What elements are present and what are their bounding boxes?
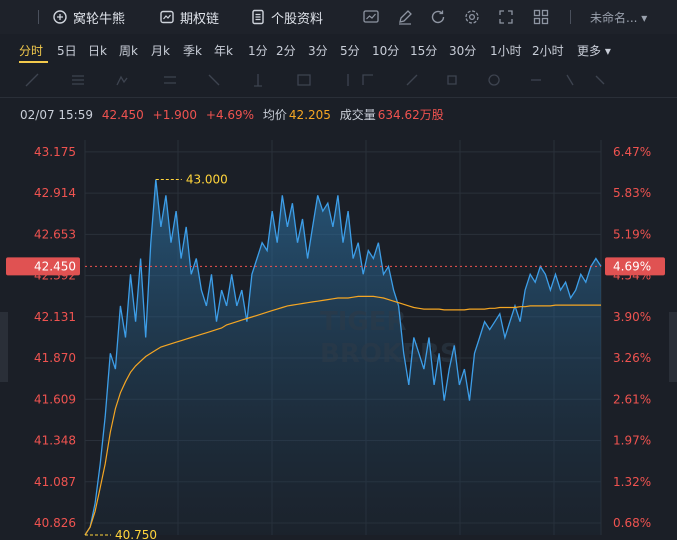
timeframe-tabs: 分时 5日 日k 周k 月k 季k 年k 1分 2分 3分 5分 10分 15分 30分 1小时 2小时 更多 … [0,36,677,64]
tab-16[interactable]: 更多 ▾ [577,42,611,59]
tab-6[interactable]: 年k [214,42,233,59]
warrant-button[interactable]: 窝轮牛熊 [52,8,126,27]
y-tick-left: 40.826 [34,516,76,530]
left-scroll-handle[interactable] [0,312,8,382]
current-price-label: 42.450 [34,259,76,273]
expand-icon[interactable] [497,8,515,26]
y-tick-right: 1.32% [613,475,651,489]
current-pct-label: 4.69% [613,259,651,273]
document-icon [252,9,264,25]
grid-icon[interactable] [532,8,550,26]
drawing-tool-icon[interactable] [162,72,178,88]
draw-icon[interactable] [396,8,414,26]
options-chain-icon [160,10,174,24]
low-marker-label: 40.750 [115,528,157,540]
y-tick-left: 42.653 [34,227,76,241]
drawing-tool-icon[interactable] [360,72,376,88]
company-info-button[interactable]: 个股资料 [250,8,324,27]
active-tab-indicator [19,61,48,63]
y-tick-right: 3.90% [613,310,651,324]
tab-2[interactable]: 日k [88,42,107,59]
y-tick-right: 3.26% [613,351,651,365]
drawing-tool-icon[interactable] [444,72,460,88]
right-scroll-handle[interactable] [669,312,677,382]
y-tick-right: 6.47% [613,145,651,159]
tab-13[interactable]: 30分 [449,42,476,59]
drawing-tool-icon[interactable] [206,72,222,88]
drawing-tool-icon[interactable] [296,72,312,88]
options-chain-label: 期权链 [180,11,220,27]
y-tick-right: 0.68% [613,516,651,530]
drawing-tool-icon[interactable] [70,72,86,88]
y-tick-left: 41.087 [34,475,76,489]
drawing-tool-icon[interactable] [24,72,40,88]
tab-10[interactable]: 5分 [340,42,360,59]
tab-8[interactable]: 2分 [276,42,296,59]
y-tick-right: 5.83% [613,186,651,200]
divider [0,97,677,98]
options-chain-button[interactable]: 期权链 [159,8,220,27]
watermark-logo: TIGER [320,307,407,337]
tab-11[interactable]: 10分 [372,42,399,59]
settings-icon[interactable] [463,8,481,26]
toolbar-separator [38,10,39,24]
y-tick-left: 41.609 [34,392,76,406]
y-tick-right: 1.97% [613,434,651,448]
refresh-icon[interactable] [429,8,447,26]
drawing-tool-icon[interactable] [114,72,130,88]
avg-price-label: 均价 [262,108,287,122]
high-marker-label: 43.000 [186,173,228,187]
top-toolbar: 窝轮牛熊 期权链 个股资料 未命名... ▾ [0,0,677,34]
y-tick-left: 42.914 [34,186,76,200]
quote-price: 42.450 [101,108,144,122]
intraday-chart[interactable]: 43.175 6.47%42.914 5.83%42.653 5.19%42.392 4… [0,130,677,540]
quote-change-pct: +4.69% [205,108,255,122]
warrant-label: 窝轮牛熊 [73,11,126,27]
drawing-tool-icon[interactable] [250,72,266,88]
drawing-tool-icon[interactable] [486,72,502,88]
y-tick-left: 41.348 [34,434,76,448]
tab-5[interactable]: 季k [183,42,202,59]
drawing-tool-icon[interactable] [592,72,608,88]
y-tick-left: 43.175 [34,145,76,159]
quote-change: +1.900 [152,108,198,122]
tab-12[interactable]: 15分 [410,42,437,59]
tab-1[interactable]: 5日 [57,42,77,59]
chart-icon[interactable] [362,8,380,26]
tab-9[interactable]: 3分 [308,42,328,59]
warrant-icon [53,10,67,24]
tab-7[interactable]: 1分 [248,42,268,59]
drawing-tool-icon[interactable] [562,72,578,88]
tab-14[interactable]: 1小时 [490,42,522,59]
avg-price-value: 42.205 [288,108,331,122]
drawing-tool-icon[interactable] [528,72,544,88]
volume-label: 成交量 [339,108,376,122]
tab-0[interactable]: 分时 [19,42,43,59]
tab-15[interactable]: 2小时 [532,42,564,59]
tab-3[interactable]: 周k [119,42,138,59]
account-dropdown[interactable]: 未命名... ▾ [590,9,647,26]
y-tick-right: 2.61% [613,392,651,406]
quote-datetime: 02/07 15:59 [20,108,93,122]
drawing-tool-icon[interactable] [404,72,420,88]
tab-4[interactable]: 月k [151,42,170,59]
company-info-label: 个股资料 [271,11,324,27]
toolbar-separator [570,10,571,24]
drawing-toolbar [14,72,614,92]
y-tick-left: 41.870 [34,351,76,365]
drawing-tool-icon[interactable] [340,72,356,88]
y-tick-left: 42.131 [34,310,76,324]
quote-info: 02/07 15:59 42.450 +1.900 +4.69% 均价 42.20… [20,106,449,123]
y-tick-right: 5.19% [613,227,651,241]
volume-value: 634.62万股 [377,108,444,122]
